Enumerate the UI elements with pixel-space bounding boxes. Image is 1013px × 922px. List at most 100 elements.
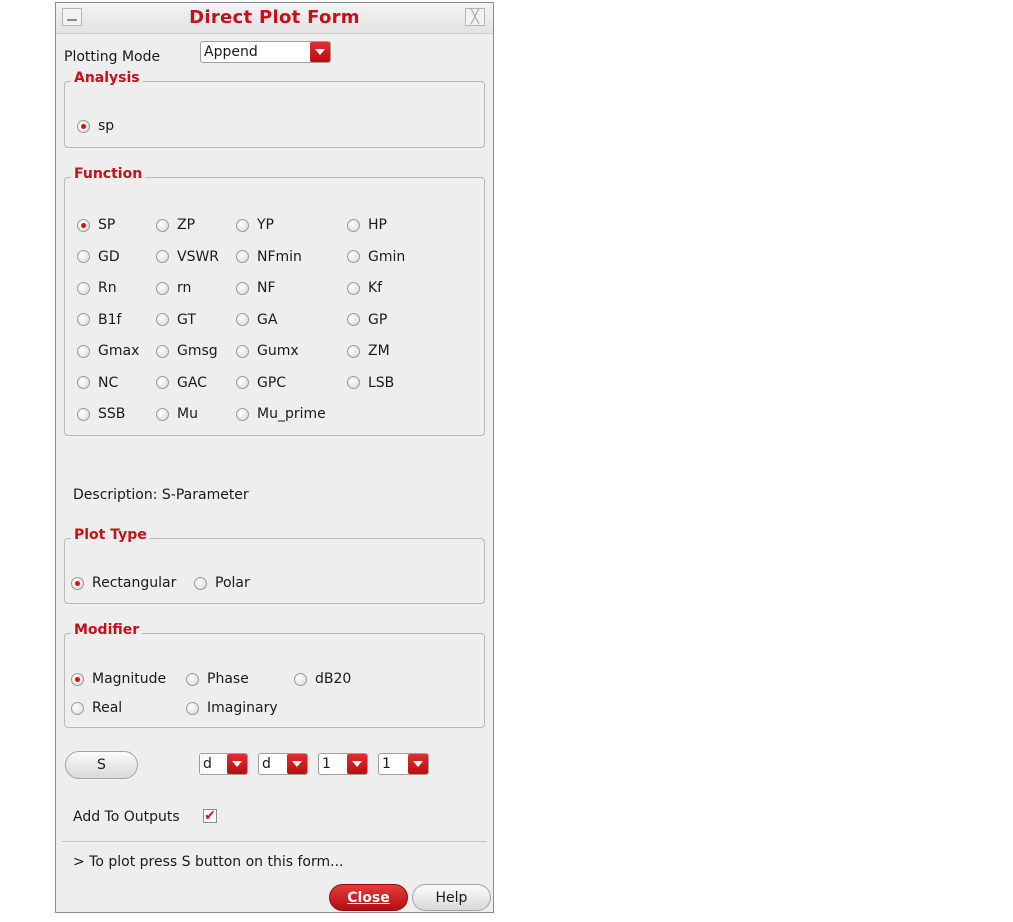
- analysis-title: Analysis: [71, 70, 143, 86]
- radio-function-zp[interactable]: ZP: [156, 217, 195, 233]
- radio-function-mu_prime[interactable]: Mu_prime: [236, 406, 326, 422]
- radio-function-gd[interactable]: GD: [77, 249, 120, 265]
- radio-function-gmax[interactable]: Gmax: [77, 343, 139, 359]
- radio-unselected-icon: [77, 407, 90, 421]
- radio-function-kf[interactable]: Kf: [347, 280, 382, 296]
- radio-unselected-icon: [156, 281, 169, 295]
- radio-unselected-icon: [77, 281, 90, 295]
- radio-label: HP: [368, 217, 387, 233]
- close-button[interactable]: Close: [329, 884, 408, 911]
- radio-function-nf[interactable]: NF: [236, 280, 276, 296]
- radio-function-ga[interactable]: GA: [236, 312, 277, 328]
- radio-unselected-icon: [156, 218, 169, 232]
- plotting-mode-select[interactable]: Append: [200, 41, 331, 63]
- radio-label: Real: [92, 700, 123, 716]
- radio-analysis-sp[interactable]: sp: [77, 118, 114, 134]
- port-select-3[interactable]: 1: [318, 753, 368, 775]
- description-text: Description: S-Parameter: [73, 487, 249, 503]
- radio-phase[interactable]: Phase: [186, 671, 249, 687]
- radio-label: Phase: [207, 671, 249, 687]
- port-select-value: 1: [322, 756, 331, 772]
- radio-function-nc[interactable]: NC: [77, 375, 118, 391]
- radio-function-rn[interactable]: rn: [156, 280, 191, 296]
- radio-label: Gmin: [368, 248, 406, 265]
- radio-db20[interactable]: dB20: [294, 671, 351, 687]
- radio-function-hp[interactable]: HP: [347, 217, 387, 233]
- radio-rectangular[interactable]: Rectangular: [71, 575, 176, 591]
- radio-imaginary[interactable]: Imaginary: [186, 700, 278, 716]
- radio-magnitude[interactable]: Magnitude: [71, 671, 166, 687]
- radio-function-gp[interactable]: GP: [347, 312, 387, 328]
- radio-unselected-icon: [77, 250, 90, 263]
- radio-selected-icon: [77, 119, 90, 133]
- radio-unselected-icon: [194, 576, 207, 590]
- help-button[interactable]: Help: [412, 884, 491, 911]
- port-select-1[interactable]: d: [199, 753, 248, 775]
- modifier-group: Modifier Magnitude Phase dB20 Real Imagi…: [64, 622, 485, 728]
- radio-label: NFmin: [257, 248, 302, 265]
- radio-function-sp[interactable]: SP: [77, 217, 115, 233]
- modifier-title: Modifier: [71, 622, 143, 638]
- radio-unselected-icon: [156, 250, 169, 263]
- radio-label: GPC: [257, 374, 287, 391]
- radio-unselected-icon: [71, 701, 84, 715]
- radio-label: sp: [98, 118, 115, 134]
- radio-function-gmin[interactable]: Gmin: [347, 249, 405, 265]
- radio-selected-icon: [71, 672, 84, 686]
- radio-label: GP: [368, 311, 388, 328]
- chevron-down-icon: [287, 754, 307, 774]
- radio-function-lsb[interactable]: LSB: [347, 375, 394, 391]
- close-button-label: Close: [347, 889, 390, 906]
- radio-real[interactable]: Real: [71, 700, 122, 716]
- radio-unselected-icon: [77, 376, 90, 389]
- radio-unselected-icon: [186, 672, 199, 686]
- radio-function-rn[interactable]: Rn: [77, 280, 117, 296]
- port-select-4[interactable]: 1: [378, 753, 429, 775]
- radio-label: dB20: [315, 671, 352, 687]
- radio-unselected-icon: [236, 407, 249, 421]
- radio-label: Mu: [177, 406, 198, 422]
- radio-label: Rn: [98, 280, 117, 296]
- radio-label: YP: [257, 217, 274, 233]
- radio-unselected-icon: [186, 701, 199, 715]
- radio-label: VSWR: [177, 248, 220, 265]
- radio-label: B1f: [98, 311, 122, 328]
- port-select-value: d: [203, 756, 212, 772]
- plotting-mode-value: Append: [204, 44, 258, 60]
- radio-function-nfmin[interactable]: NFmin: [236, 249, 302, 265]
- radio-polar[interactable]: Polar: [194, 575, 250, 591]
- plot-type-title: Plot Type: [71, 527, 150, 543]
- radio-unselected-icon: [77, 344, 90, 358]
- radio-function-mu[interactable]: Mu: [156, 406, 198, 422]
- radio-unselected-icon: [347, 313, 360, 326]
- radio-label: SSB: [98, 406, 126, 422]
- analysis-group: Analysis sp: [64, 70, 485, 148]
- s-plot-button[interactable]: S: [65, 751, 138, 779]
- radio-label: GAC: [177, 374, 207, 391]
- close-window-icon[interactable]: ╳: [465, 8, 485, 26]
- radio-unselected-icon: [294, 672, 307, 686]
- radio-function-zm[interactable]: ZM: [347, 343, 390, 359]
- radio-function-gt[interactable]: GT: [156, 312, 196, 328]
- radio-function-gumx[interactable]: Gumx: [236, 343, 299, 359]
- radio-unselected-icon: [156, 376, 169, 389]
- radio-label: LSB: [368, 374, 395, 391]
- add-to-outputs-checkbox[interactable]: ✔: [203, 809, 217, 823]
- radio-selected-icon: [71, 576, 84, 590]
- radio-function-ssb[interactable]: SSB: [77, 406, 125, 422]
- radio-label: ZP: [177, 217, 196, 233]
- radio-unselected-icon: [156, 344, 169, 358]
- radio-function-gpc[interactable]: GPC: [236, 375, 286, 391]
- radio-label: Mu_prime: [257, 406, 326, 422]
- radio-function-gac[interactable]: GAC: [156, 375, 207, 391]
- chevron-down-icon: [408, 754, 428, 774]
- radio-function-gmsg[interactable]: Gmsg: [156, 343, 218, 359]
- radio-function-yp[interactable]: YP: [236, 217, 274, 233]
- radio-unselected-icon: [236, 281, 249, 295]
- radio-unselected-icon: [347, 218, 360, 232]
- title-bar[interactable]: Direct Plot Form ╳: [56, 3, 493, 34]
- radio-function-vswr[interactable]: VSWR: [156, 249, 219, 265]
- port-select-2[interactable]: d: [258, 753, 308, 775]
- radio-function-b1f[interactable]: B1f: [77, 312, 121, 328]
- radio-unselected-icon: [156, 313, 169, 326]
